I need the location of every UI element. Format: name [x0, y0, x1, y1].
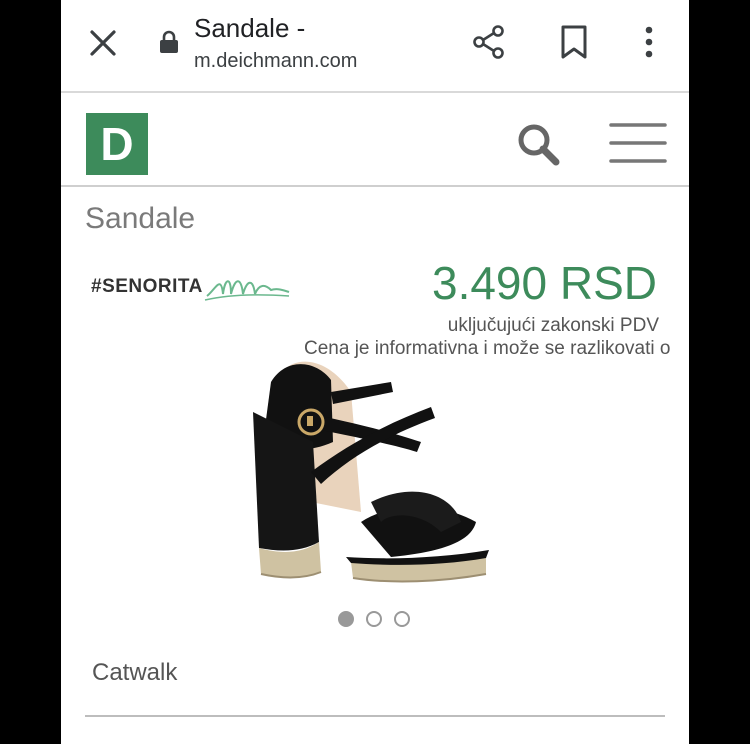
variant-label[interactable]: Catwalk — [92, 659, 177, 687]
vat-note: uključujući zakonski PDV — [447, 315, 659, 336]
product-category-title: Sandale — [85, 202, 196, 235]
product-image[interactable] — [241, 352, 509, 607]
mobile-screen: Sandale - m.deichmann.com D Sandale #SEN… — [61, 0, 689, 744]
search-icon[interactable] — [515, 121, 561, 167]
carousel-dot-1[interactable] — [338, 611, 354, 627]
page-title[interactable]: Sandale - — [194, 13, 305, 44]
more-vert-icon[interactable] — [639, 24, 659, 60]
close-icon[interactable] — [88, 28, 118, 58]
section-divider — [85, 715, 665, 717]
url-host[interactable]: m.deichmann.com — [194, 50, 357, 73]
browser-toolbar: Sandale - m.deichmann.com — [61, 0, 689, 93]
product-price: 3.490 RSD — [431, 257, 657, 309]
lock-icon — [160, 30, 178, 53]
menu-icon[interactable] — [609, 121, 667, 165]
logo-letter: D — [100, 118, 134, 170]
site-header: D — [61, 93, 689, 187]
carousel-dot-3[interactable] — [394, 611, 410, 627]
deichmann-logo[interactable]: D — [86, 113, 148, 175]
carousel-dot-2[interactable] — [366, 611, 382, 627]
brand-logo[interactable]: #SENORITA — [91, 276, 203, 298]
image-carousel-dots — [338, 611, 418, 627]
share-icon[interactable] — [471, 24, 507, 60]
signature-logo — [204, 280, 290, 301]
bookmark-icon[interactable] — [559, 24, 589, 60]
